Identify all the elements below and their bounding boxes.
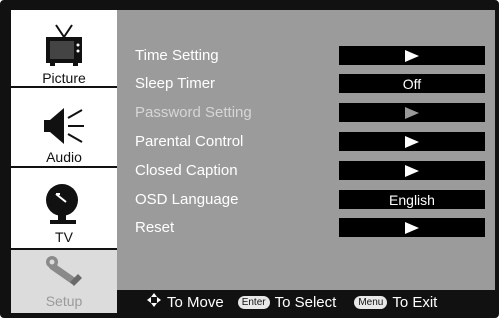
osd-language-value[interactable]: English <box>339 190 485 209</box>
tab-setup[interactable]: Setup <box>11 250 117 313</box>
sleep-timer-value[interactable]: Off <box>339 74 485 93</box>
menu-item-label: Password Setting <box>135 104 252 121</box>
menu-item-label: Time Setting <box>135 47 219 64</box>
menu-item-label: Parental Control <box>135 133 244 150</box>
select-hint-text: To Select <box>274 293 337 311</box>
move-hint-text: To Move <box>167 293 224 311</box>
tab-audio-label: Audio <box>46 149 82 165</box>
arrow-right-icon <box>405 135 419 148</box>
tab-tv[interactable]: TV <box>11 168 117 250</box>
arrow-right-icon <box>405 221 419 234</box>
move-hint: To Move <box>147 293 224 311</box>
footer-hints: To Move Enter To Select Menu To Exit <box>117 290 495 314</box>
tab-picture[interactable]: Picture <box>11 10 117 88</box>
osd-screen: Picture Audio TV Setup Time Setting Slee… <box>0 0 499 318</box>
menu-item-label: Closed Caption <box>135 162 238 179</box>
menu-item-osd-language[interactable]: OSD Language English <box>117 189 495 211</box>
arrow-right-icon <box>405 49 419 62</box>
enter-key-badge: Enter <box>237 295 270 309</box>
menu-item-reset[interactable]: Reset <box>117 217 495 239</box>
menu-item-password-setting[interactable]: Password Setting <box>117 102 495 124</box>
menu-item-label: OSD Language <box>135 191 239 208</box>
sidebar: Picture Audio TV Setup <box>11 10 117 313</box>
menu-item-label: Sleep Timer <box>135 75 216 92</box>
reset-submenu-button[interactable] <box>339 218 485 237</box>
menu-item-parental-control[interactable]: Parental Control <box>117 131 495 153</box>
menu-item-label: Reset <box>135 219 175 236</box>
arrow-right-icon <box>405 164 419 177</box>
time-setting-submenu-button[interactable] <box>339 46 485 65</box>
closed-caption-submenu-button[interactable] <box>339 161 485 180</box>
direction-pad-icon <box>147 293 161 311</box>
menu-key-badge: Menu <box>354 295 388 309</box>
exit-hint: Menu To Exit <box>354 294 437 311</box>
parental-control-submenu-button[interactable] <box>339 132 485 151</box>
tab-audio[interactable]: Audio <box>11 88 117 168</box>
tv-icon <box>44 16 84 67</box>
tab-setup-label: Setup <box>45 293 83 309</box>
tab-picture-label: Picture <box>42 70 86 86</box>
menu-item-closed-caption[interactable]: Closed Caption <box>117 160 495 182</box>
menu-item-sleep-timer[interactable]: Sleep Timer Off <box>117 73 495 95</box>
select-hint: Enter To Select <box>237 293 337 311</box>
arrow-right-icon <box>405 106 419 119</box>
tools-icon <box>44 254 84 290</box>
tab-tv-label: TV <box>55 229 73 245</box>
settings-panel: Time Setting Sleep Timer Off Password Se… <box>117 10 495 290</box>
speaker-icon <box>42 94 86 146</box>
satellite-dish-icon <box>44 174 84 226</box>
password-setting-submenu-button[interactable] <box>339 103 485 122</box>
exit-hint-text: To Exit <box>392 293 438 311</box>
menu-item-time-setting[interactable]: Time Setting <box>117 45 495 67</box>
